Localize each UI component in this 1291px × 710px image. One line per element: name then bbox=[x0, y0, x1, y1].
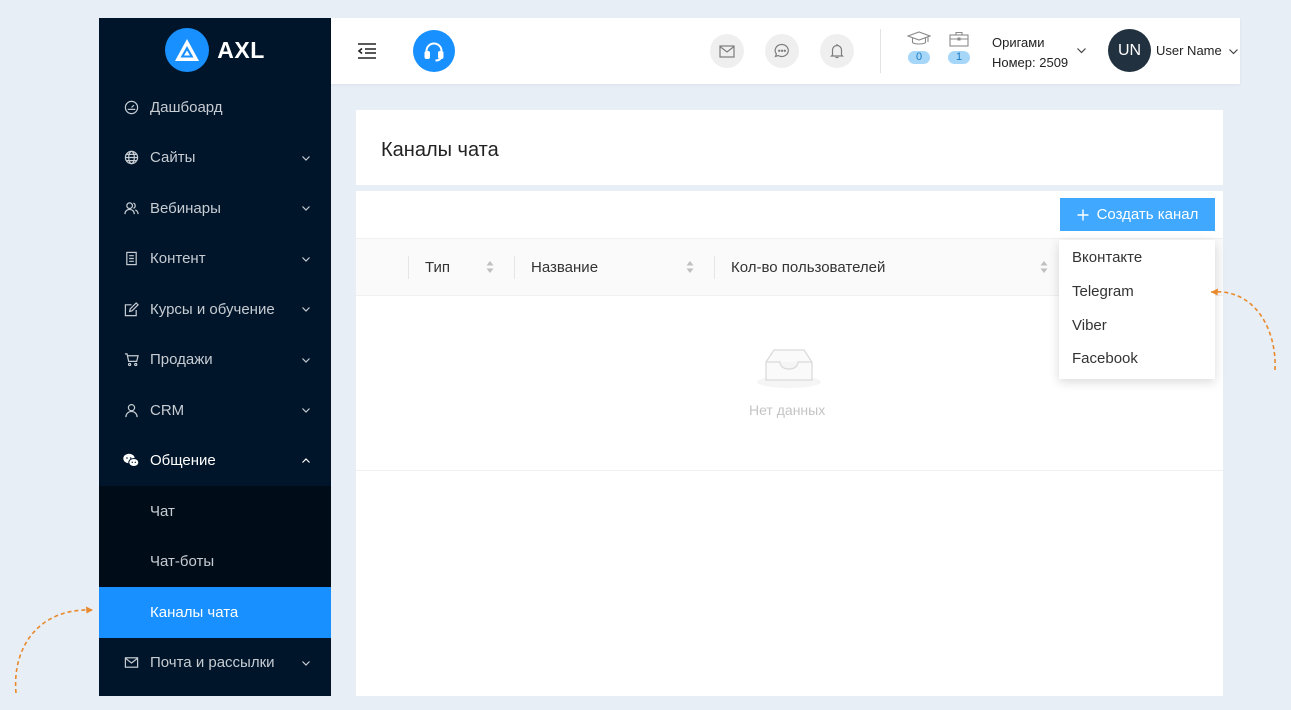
sidebar-item-label: Дашбоард bbox=[150, 98, 223, 116]
messages-button[interactable] bbox=[765, 34, 799, 68]
logo-triangle-icon bbox=[165, 28, 210, 72]
sidebar-item-courses[interactable]: Курсы и обучение bbox=[99, 284, 331, 335]
chevron-down-icon bbox=[302, 408, 310, 414]
courses-count-badge: 0 bbox=[908, 51, 930, 64]
logo-text: AXL bbox=[217, 36, 265, 63]
notifications-button[interactable] bbox=[820, 34, 854, 68]
mail-button[interactable] bbox=[710, 34, 744, 68]
logo[interactable]: AXL bbox=[99, 18, 331, 82]
briefcase-stat[interactable]: 1 bbox=[947, 31, 971, 64]
sidebar-item-label: Контент bbox=[150, 250, 206, 268]
plus-icon bbox=[1077, 209, 1089, 220]
dropdown-item-vkontakte[interactable]: Вконтакте bbox=[1059, 241, 1215, 275]
chevron-up-icon bbox=[302, 457, 310, 463]
dropdown-item-telegram[interactable]: Telegram bbox=[1059, 275, 1215, 309]
users-icon bbox=[123, 200, 139, 216]
column-header-label: Тип bbox=[425, 259, 451, 276]
sort-icon[interactable] bbox=[686, 260, 694, 274]
chevron-down-icon[interactable] bbox=[1228, 46, 1239, 57]
annotation-arrow-telegram bbox=[1210, 288, 1276, 371]
sidebar-item-label: Продажи bbox=[150, 351, 213, 369]
book-icon bbox=[123, 251, 139, 267]
sidebar-subitem-chatbots[interactable]: Чат-боты bbox=[99, 537, 331, 588]
support-headset-button[interactable] bbox=[413, 30, 455, 72]
sidebar: AXL Дашбоард Сайты Вебинары Контент Курс… bbox=[99, 18, 331, 696]
sidebar-subitem-label: Чат-боты bbox=[150, 553, 215, 571]
organization-number: Номер: 2509 bbox=[992, 55, 1069, 70]
page-header: Каналы чата bbox=[356, 110, 1223, 185]
chevron-down-icon bbox=[302, 307, 310, 313]
sidebar-subitem-chat[interactable]: Чат bbox=[99, 486, 331, 537]
avatar[interactable]: UN bbox=[1108, 29, 1151, 72]
sidebar-item-communication[interactable]: Общение bbox=[99, 436, 331, 487]
sort-icon[interactable] bbox=[486, 260, 494, 274]
sidebar-menu: Дашбоард Сайты Вебинары Контент Курсы и … bbox=[99, 82, 331, 688]
chevron-down-icon[interactable] bbox=[1076, 45, 1087, 56]
user-icon bbox=[123, 402, 139, 418]
column-separator bbox=[714, 256, 715, 279]
chevron-down-icon bbox=[302, 155, 310, 161]
graduation-cap-icon bbox=[907, 31, 931, 45]
column-separator bbox=[408, 256, 409, 279]
page-title: Каналы чата bbox=[381, 139, 499, 161]
dropdown-item-viber[interactable]: Viber bbox=[1059, 308, 1215, 342]
globe-icon bbox=[123, 150, 139, 166]
organization-name: Оригами bbox=[992, 35, 1045, 50]
sidebar-item-label: Почта и рассылки bbox=[150, 654, 275, 672]
sidebar-subitem-label: Чат bbox=[150, 502, 175, 520]
create-channel-label: Создать канал bbox=[1096, 206, 1199, 223]
sidebar-item-sites[interactable]: Сайты bbox=[99, 133, 331, 184]
wechat-icon bbox=[123, 453, 139, 469]
dashboard-icon bbox=[123, 99, 139, 115]
courses-stat[interactable]: 0 bbox=[907, 31, 931, 64]
create-channel-button[interactable]: Создать канал bbox=[1060, 198, 1215, 231]
chevron-down-icon bbox=[302, 206, 310, 212]
sidebar-item-label: Вебинары bbox=[150, 199, 221, 217]
cart-icon bbox=[123, 352, 139, 368]
chevron-down-icon bbox=[302, 256, 310, 262]
header-divider bbox=[880, 29, 881, 73]
sidebar-submenu-communication: Чат Чат-боты Каналы чата bbox=[99, 486, 331, 638]
dropdown-item-facebook[interactable]: Facebook bbox=[1059, 342, 1215, 376]
column-header-label: Кол-во пользователей bbox=[731, 259, 886, 276]
column-header-label: Название bbox=[531, 259, 599, 276]
create-channel-dropdown: Вконтакте Telegram Viber Facebook bbox=[1059, 240, 1215, 379]
sidebar-item-label: CRM bbox=[150, 401, 185, 419]
column-header-type[interactable]: Тип bbox=[408, 239, 514, 296]
annotation-arrow-chat-channels bbox=[14, 606, 93, 694]
sort-icon[interactable] bbox=[1040, 260, 1048, 274]
menu-fold-icon[interactable] bbox=[357, 42, 377, 60]
user-name[interactable]: User Name bbox=[1156, 43, 1222, 58]
empty-inbox-icon bbox=[757, 349, 821, 388]
column-header-users-count[interactable]: Кол-во пользователей bbox=[714, 239, 1054, 296]
sidebar-item-dashboard[interactable]: Дашбоард bbox=[99, 82, 331, 133]
sidebar-item-mail[interactable]: Почта и рассылки bbox=[99, 638, 331, 689]
column-separator bbox=[514, 256, 515, 279]
sidebar-item-webinars[interactable]: Вебинары bbox=[99, 183, 331, 234]
sidebar-item-crm[interactable]: CRM bbox=[99, 385, 331, 436]
mail-icon bbox=[123, 655, 139, 671]
briefcase-icon bbox=[949, 31, 969, 47]
sidebar-item-sales[interactable]: Продажи bbox=[99, 335, 331, 386]
edit-icon bbox=[123, 301, 139, 317]
sidebar-subitem-label: Каналы чата bbox=[150, 603, 239, 621]
sidebar-subitem-chat-channels[interactable]: Каналы чата bbox=[99, 587, 331, 638]
organization-selector[interactable]: Оригами Номер: 2509 bbox=[992, 33, 1068, 73]
briefcase-count-badge: 1 bbox=[948, 51, 970, 64]
sidebar-item-label: Сайты bbox=[150, 149, 196, 167]
chevron-down-icon bbox=[302, 357, 310, 363]
chevron-down-icon bbox=[302, 660, 310, 666]
sidebar-item-label: Общение bbox=[150, 452, 216, 470]
sidebar-item-content[interactable]: Контент bbox=[99, 234, 331, 285]
empty-state-text: Нет данных bbox=[749, 402, 826, 418]
sidebar-item-label: Курсы и обучение bbox=[150, 300, 275, 318]
table-toolbar: Создать канал bbox=[356, 191, 1223, 239]
column-header-name[interactable]: Название bbox=[514, 239, 714, 296]
top-header: 0 1 Оригами Номер: 2509 UN User Name bbox=[331, 18, 1240, 84]
